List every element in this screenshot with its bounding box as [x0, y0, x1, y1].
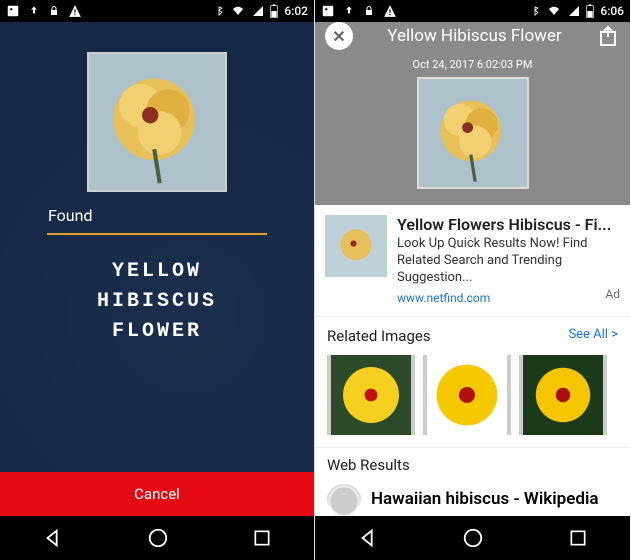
related-title: Related Images	[327, 327, 431, 345]
ad-description: Look Up Quick Results Now! Find Related …	[397, 236, 620, 287]
result-image-frame	[417, 77, 529, 189]
result-line-2: HIBISCUS	[97, 287, 217, 317]
wikipedia-icon	[327, 484, 361, 514]
see-all-link[interactable]: See All >	[568, 327, 618, 345]
wifi-icon	[546, 5, 562, 17]
status-clock: 6:02	[284, 4, 308, 18]
lock-icon	[363, 4, 375, 18]
share-button[interactable]	[596, 24, 620, 48]
lock-icon	[48, 4, 60, 18]
result-line-3: FLOWER	[97, 317, 217, 347]
cancel-button[interactable]: Cancel	[0, 472, 314, 516]
timestamp: Oct 24, 2017 6:02:03 PM	[413, 58, 533, 71]
status-bar: 6:02	[0, 0, 314, 22]
gallery-icon	[6, 4, 20, 18]
divider	[47, 233, 267, 235]
back-button[interactable]	[357, 527, 379, 549]
gallery-icon	[321, 4, 335, 18]
battery-icon	[586, 4, 594, 18]
warning-icon	[383, 4, 397, 18]
scanned-flower-image	[89, 54, 225, 190]
ad-title: Yellow Flowers Hibiscus - Fi...	[397, 215, 620, 234]
home-button[interactable]	[147, 527, 169, 549]
recent-button[interactable]	[252, 528, 272, 548]
warning-icon	[68, 4, 82, 18]
related-image-1[interactable]	[327, 355, 415, 435]
related-image-3[interactable]	[519, 355, 607, 435]
web-result-1[interactable]: Hawaiian hibiscus - Wikipedia	[315, 478, 630, 516]
upload-icon	[28, 4, 40, 18]
battery-icon	[270, 4, 278, 18]
home-button[interactable]	[462, 527, 484, 549]
phone-left-scanning: 6:02 Found YELLOW HIBISCUS	[0, 0, 315, 560]
results-panel: ✕ Yellow Hibiscus Flower Oct 24, 2017 6:…	[315, 22, 630, 516]
web-results-title: Web Results	[315, 447, 630, 478]
upload-icon	[343, 4, 355, 18]
related-images-header: Related Images See All >	[315, 317, 630, 351]
signal-icon	[568, 5, 580, 17]
related-images-row	[315, 351, 630, 447]
related-image-2[interactable]	[423, 355, 511, 435]
web-result-title: Hawaiian hibiscus - Wikipedia	[371, 489, 599, 509]
wifi-icon	[230, 5, 246, 17]
bluetooth-icon	[530, 4, 540, 18]
header-title: Yellow Hibiscus Flower	[353, 26, 596, 46]
ad-thumbnail	[325, 215, 387, 277]
recent-button[interactable]	[568, 528, 588, 548]
scan-result-panel: Found YELLOW HIBISCUS FLOWER Cancel	[0, 22, 314, 516]
result-flower-image	[419, 79, 527, 187]
app-header: ✕ Yellow Hibiscus Flower	[315, 22, 630, 50]
signal-icon	[252, 5, 264, 17]
nav-bar	[315, 516, 630, 560]
scanned-image-frame	[87, 52, 227, 192]
status-bar: 6:06	[315, 0, 630, 22]
result-line-1: YELLOW	[97, 257, 217, 287]
result-header-area: Oct 24, 2017 6:02:03 PM	[315, 50, 630, 205]
close-button[interactable]: ✕	[325, 22, 353, 50]
found-label: Found	[48, 206, 92, 225]
result-text: YELLOW HIBISCUS FLOWER	[97, 257, 217, 347]
back-button[interactable]	[42, 527, 64, 549]
phone-right-results: 6:06 ✕ Yellow Hibiscus Flower Oct 24, 20…	[315, 0, 630, 560]
bluetooth-icon	[214, 4, 224, 18]
status-clock: 6:06	[600, 4, 624, 18]
ad-url: www.netfind.com	[397, 291, 490, 305]
ad-result[interactable]: Yellow Flowers Hibiscus - Fi... Look Up …	[315, 205, 630, 317]
ad-label: Ad	[605, 287, 620, 301]
nav-bar	[0, 516, 314, 560]
